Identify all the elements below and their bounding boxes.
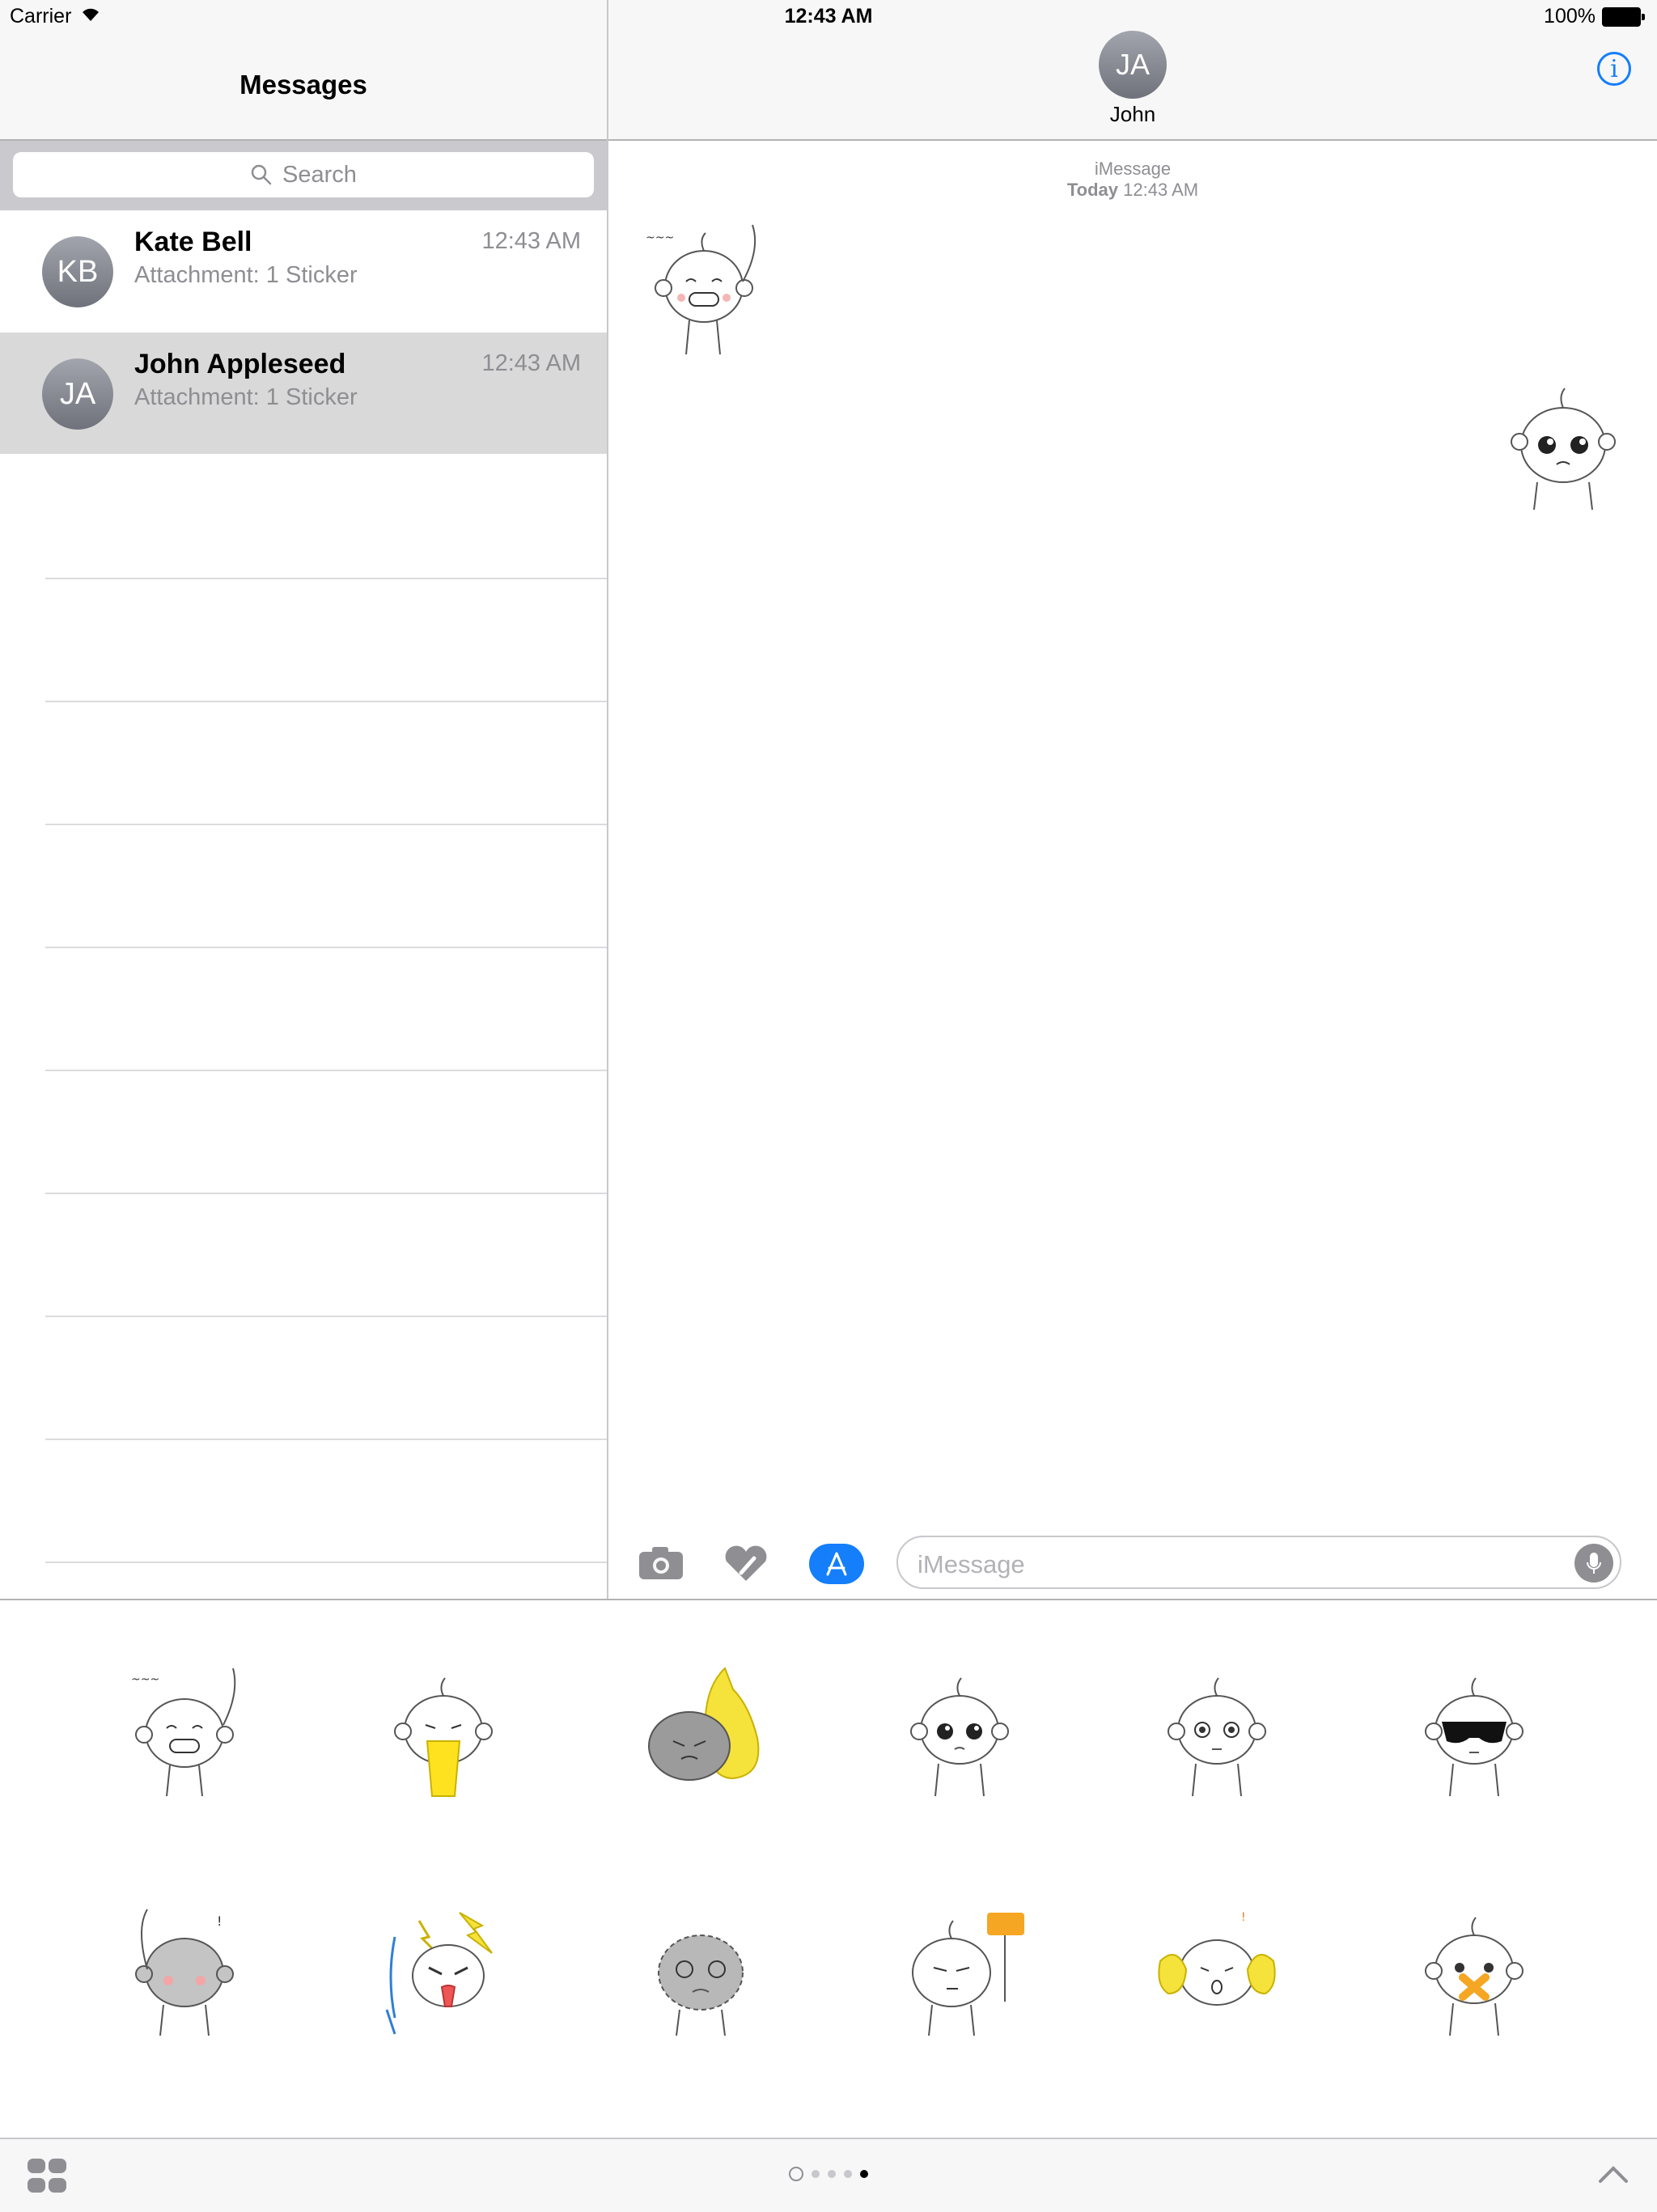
status-bar: Carrier 12:43 AM 100% [0, 0, 1657, 32]
thread-timestamp: Today 12:43 AM [608, 180, 1657, 201]
search-icon [251, 164, 272, 185]
contact-name[interactable]: John [608, 102, 1657, 127]
recents-clock-icon[interactable] [789, 2167, 803, 2181]
list-separator [45, 578, 607, 579]
conversation-name: Kate Bell [134, 227, 252, 257]
app-store-button[interactable] [809, 1544, 864, 1584]
conversation-list-pane: Messages Search KB Kate Bell Attachment:… [0, 0, 608, 1599]
sticker-monkey-sunglasses[interactable] [1401, 1657, 1547, 1803]
received-sticker-monkey-grin[interactable]: ~~~ [639, 217, 769, 359]
sticker-monkey-taped-mouth[interactable] [1401, 1896, 1547, 2042]
conversation-time: 12:43 AM [481, 350, 581, 376]
sticker-monkey-blush[interactable]: ! [112, 1896, 257, 2042]
conversation-preview: Attachment: 1 Sticker [134, 384, 358, 410]
battery-indicator: 100% [1544, 5, 1645, 28]
sticker-monkey-tongue[interactable] [371, 1657, 516, 1803]
avatar: KB [42, 236, 113, 307]
sticker-monkey-dizzy[interactable] [628, 1896, 773, 2042]
battery-icon [1602, 6, 1645, 27]
message-input[interactable]: iMessage [896, 1536, 1621, 1589]
digital-touch-icon[interactable] [722, 1544, 770, 1584]
sticker-drawer: ~~~ ! ! [0, 1599, 1657, 2212]
sent-sticker-monkey-teary[interactable] [1494, 375, 1633, 513]
date-day: Today [1066, 180, 1119, 200]
sticker-monkey-teary[interactable] [887, 1657, 1032, 1803]
search-placeholder: Search [282, 161, 357, 188]
service-label: iMessage [1094, 159, 1172, 179]
conversation-row-kate-bell[interactable]: KB Kate Bell Attachment: 1 Sticker 12:43… [0, 210, 607, 332]
search-input[interactable]: Search [13, 152, 594, 197]
chevron-up-icon[interactable] [1597, 2163, 1629, 2184]
sticker-monkey-worried[interactable] [1144, 1657, 1290, 1803]
thread-header: iMessage Today 12:43 AM [608, 159, 1657, 201]
list-separator [45, 824, 607, 825]
microphone-icon [1587, 1553, 1601, 1574]
message-input-placeholder: iMessage [917, 1550, 1025, 1578]
page-title: Messages [239, 70, 367, 100]
page-dot-active[interactable] [860, 2170, 868, 2178]
battery-percent: 100% [1544, 5, 1596, 28]
app-drawer-bar [0, 2138, 1657, 2212]
conversation-time: 12:43 AM [481, 228, 581, 254]
list-separator [45, 1439, 607, 1440]
microphone-button[interactable] [1574, 1544, 1613, 1583]
page-dot[interactable] [812, 2170, 820, 2178]
status-time: 12:43 AM [784, 5, 873, 28]
svg-text:~~~: ~~~ [646, 231, 674, 244]
contact-avatar[interactable]: JA [1099, 31, 1167, 99]
sticker-monkey-pear[interactable] [628, 1657, 773, 1803]
svg-text:!: ! [1241, 1911, 1246, 1924]
compose-bar: iMessage [608, 1526, 1657, 1599]
list-separator [45, 1070, 607, 1071]
camera-icon[interactable] [638, 1544, 684, 1581]
date-time: 12:43 AM [1123, 180, 1199, 200]
page-dot[interactable] [844, 2170, 852, 2178]
list-separator [45, 1316, 607, 1317]
app-store-icon [826, 1552, 847, 1576]
list-separator [45, 947, 607, 948]
search-bar: Search [0, 141, 607, 210]
list-separator [45, 1193, 607, 1194]
page-dot[interactable] [828, 2170, 836, 2178]
list-separator [45, 1562, 607, 1563]
info-icon[interactable]: i [1597, 52, 1631, 86]
sticker-monkey-grin[interactable]: ~~~ [112, 1657, 257, 1803]
page-indicator[interactable] [0, 2167, 1657, 2181]
avatar: JA [42, 358, 113, 430]
list-separator [45, 701, 607, 702]
sticker-monkey-cheer[interactable]: ! [1144, 1896, 1290, 2042]
conversation-name: John Appleseed [134, 349, 346, 379]
sticker-monkey-angry[interactable] [371, 1896, 516, 2042]
conversation-preview: Attachment: 1 Sticker [134, 262, 358, 288]
conversation-row-john-appleseed[interactable]: JA John Appleseed Attachment: 1 Sticker … [0, 333, 607, 454]
sticker-monkey-sign[interactable] [887, 1896, 1032, 2042]
svg-text:!: ! [217, 1913, 222, 1929]
svg-text:~~~: ~~~ [131, 1673, 159, 1686]
